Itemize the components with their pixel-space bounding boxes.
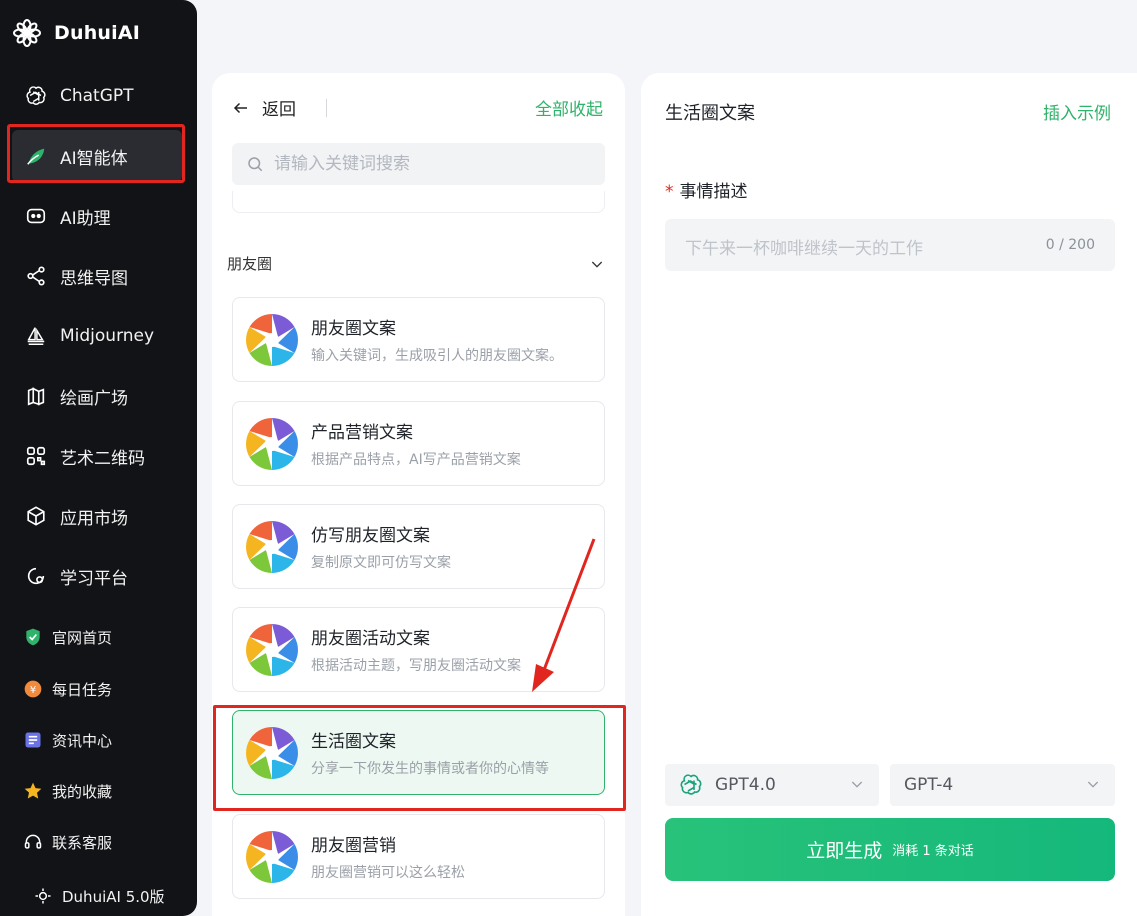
back-label: 返回: [262, 100, 296, 120]
robot-icon: [24, 204, 48, 228]
agent-card-title: 仿写朋友圈文案: [311, 526, 430, 546]
link-label: 我的收藏: [52, 782, 113, 801]
agent-card-desc: 朋友圈营销可以这么轻松: [311, 865, 465, 881]
agent-card-desc: 输入关键词，生成吸引人的朋友圈文案。: [311, 348, 563, 364]
nav-label: 应用市场: [60, 508, 128, 529]
brand-name: DuhuiAI: [54, 22, 141, 44]
map-book-icon: [24, 384, 48, 408]
generate-cost: 消耗 1 条对话: [892, 844, 974, 859]
nav-item-painting-square[interactable]: 绘画广场: [12, 370, 182, 422]
link-version[interactable]: DuhuiAI 5.0版: [32, 881, 165, 911]
divider: [326, 98, 327, 117]
highlight-box-nav: [7, 124, 185, 183]
field-label: * 事情描述: [665, 177, 748, 202]
nav-item-app-market[interactable]: 应用市场: [12, 490, 182, 542]
highlight-box-card: [213, 705, 626, 811]
agent-card-title: 朋友圈营销: [311, 836, 396, 856]
form-title: 生活圈文案: [665, 103, 755, 124]
aperture-icon: [246, 418, 298, 470]
link-label: 资讯中心: [52, 731, 113, 750]
nav-label: 思维导图: [60, 268, 128, 289]
nav-label: 绘画广场: [60, 388, 128, 409]
nav-item-learning[interactable]: 学习平台: [12, 550, 182, 602]
link-daily-task[interactable]: ¥ 每日任务: [22, 674, 112, 704]
agent-card-desc: 复制原文即可仿写文案: [311, 555, 451, 571]
mindmap-icon: [24, 264, 48, 288]
collapse-all-button[interactable]: 全部收起: [535, 95, 603, 120]
insert-example-button[interactable]: 插入示例: [1043, 99, 1111, 124]
char-counter: 0 / 200: [1045, 237, 1095, 253]
openai-icon: [680, 774, 702, 795]
link-label: 联系客服: [52, 833, 113, 852]
category-header[interactable]: 朋友圈: [227, 253, 605, 274]
agent-card[interactable]: 朋友圈文案 输入关键词，生成吸引人的朋友圈文案。: [232, 297, 605, 382]
model-select-value: GPT4.0: [715, 775, 776, 795]
category-title: 朋友圈: [227, 255, 273, 273]
aperture-icon: [246, 314, 298, 366]
headset-icon: [22, 831, 44, 853]
version-icon: [32, 885, 54, 907]
nav-label: 艺术二维码: [60, 448, 145, 469]
link-label: DuhuiAI 5.0版: [62, 887, 165, 906]
chevron-down-icon: [1087, 781, 1099, 788]
agent-card-title: 产品营销文案: [311, 423, 413, 443]
search-icon: [248, 157, 263, 172]
chevron-down-icon: [591, 261, 603, 268]
cube-icon: [24, 504, 48, 528]
search-input[interactable]: [274, 154, 594, 174]
openai-icon: [24, 84, 48, 108]
generate-button[interactable]: 立即生成 消耗 1 条对话: [665, 818, 1115, 881]
nav-label: ChatGPT: [60, 86, 134, 106]
version-select-value: GPT-4: [904, 775, 954, 795]
link-label: 官网首页: [52, 628, 113, 647]
nav-item-chatgpt[interactable]: ChatGPT: [12, 70, 182, 122]
nav-label: Midjourney: [60, 326, 155, 346]
link-news-center[interactable]: 资讯中心: [22, 725, 112, 755]
agent-card[interactable]: 朋友圈营销 朋友圈营销可以这么轻松: [232, 814, 605, 899]
agent-card[interactable]: 仿写朋友圈文案 复制原文即可仿写文案: [232, 504, 605, 589]
svg-text:¥: ¥: [30, 685, 36, 696]
field-label-text: 事情描述: [679, 182, 748, 202]
agent-card-desc: 根据产品特点，AI写产品营销文案: [311, 452, 521, 468]
link-customer-service[interactable]: 联系客服: [22, 827, 112, 857]
brand[interactable]: DuhuiAI: [10, 16, 140, 50]
version-select[interactable]: GPT-4: [890, 764, 1115, 806]
agent-card-title: 朋友圈文案: [311, 319, 396, 339]
agent-card-desc: 根据活动主题，写朋友圈活动文案: [311, 658, 521, 674]
agent-card-title: 朋友圈活动文案: [311, 629, 430, 649]
shield-check-icon: [22, 626, 44, 648]
sailboat-icon: [24, 324, 48, 348]
nav-item-midjourney[interactable]: Midjourney: [12, 310, 182, 362]
link-official-home[interactable]: 官网首页: [22, 622, 112, 652]
star-icon: [22, 780, 44, 802]
required-mark: *: [665, 182, 674, 202]
aperture-icon: [246, 624, 298, 676]
agent-form-panel: 生活圈文案 插入示例 * 事情描述 下午来一杯咖啡继续一天的工作 0 / 200 …: [641, 73, 1137, 916]
link-label: 每日任务: [52, 680, 113, 699]
description-textarea[interactable]: 下午来一杯咖啡继续一天的工作 0 / 200: [665, 219, 1115, 271]
link-my-favorites[interactable]: 我的收藏: [22, 776, 112, 806]
textarea-placeholder: 下午来一杯咖啡继续一天的工作: [685, 239, 923, 259]
search-box[interactable]: [232, 143, 605, 185]
chevron-down-icon: [851, 781, 863, 788]
aperture-icon: [246, 831, 298, 883]
back-button[interactable]: 返回: [232, 95, 327, 120]
aperture-icon: [246, 521, 298, 573]
nav-label: AI助理: [60, 208, 111, 229]
nav-item-mindmap[interactable]: 思维导图: [12, 250, 182, 302]
arrow-left-icon: [233, 102, 247, 113]
learn-icon: [24, 564, 48, 588]
nav-item-ai-assistant[interactable]: AI助理: [12, 190, 182, 242]
nav-item-art-qrcode[interactable]: 艺术二维码: [12, 430, 182, 482]
coin-icon: ¥: [22, 678, 44, 700]
news-icon: [22, 729, 44, 751]
collapsed-card-edge: [232, 191, 605, 213]
brand-logo-icon: [10, 16, 44, 50]
qrcode-icon: [24, 444, 48, 468]
nav-label: 学习平台: [60, 568, 128, 589]
agent-card[interactable]: 产品营销文案 根据产品特点，AI写产品营销文案: [232, 401, 605, 486]
agent-card[interactable]: 朋友圈活动文案 根据活动主题，写朋友圈活动文案: [232, 607, 605, 692]
generate-label: 立即生成: [806, 840, 883, 862]
model-select[interactable]: GPT4.0: [665, 764, 879, 806]
